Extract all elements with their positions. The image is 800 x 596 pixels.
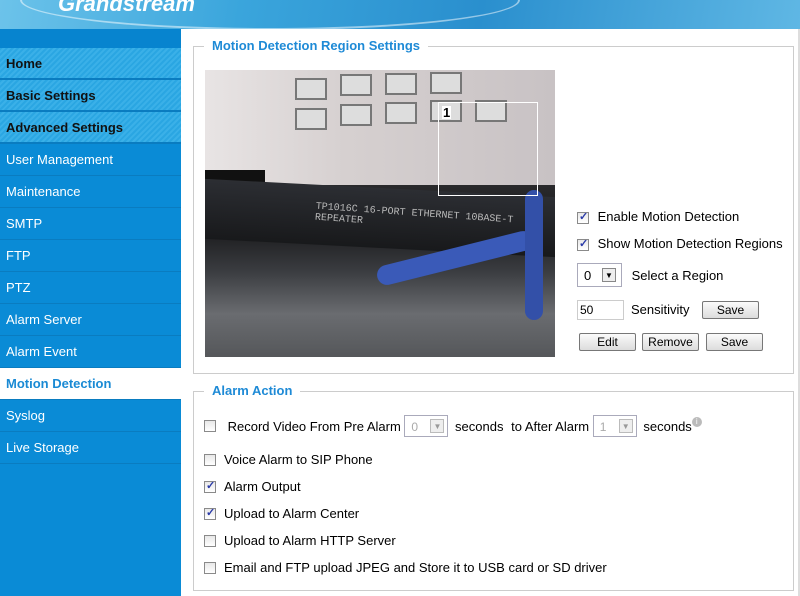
video-frame bbox=[385, 102, 417, 124]
sidebar-item-syslog[interactable]: Syslog bbox=[0, 400, 181, 432]
chevron-down-icon: ▼ bbox=[430, 419, 445, 433]
show-regions-row: Show Motion Detection Regions bbox=[577, 236, 783, 251]
section-title: Alarm Action bbox=[204, 383, 301, 398]
alarm-option-label: Alarm Output bbox=[224, 479, 301, 495]
sidebar-item-advanced-settings[interactable]: Advanced Settings bbox=[0, 112, 181, 144]
select-region-label: Select a Region bbox=[631, 267, 724, 283]
record-video-row: Record Video From Pre Alarm 0 ▼ seconds … bbox=[204, 415, 702, 437]
sidebar-top-strip bbox=[0, 29, 181, 48]
motion-region-box[interactable]: 1 bbox=[438, 102, 538, 196]
edit-button[interactable]: Edit bbox=[579, 333, 636, 351]
video-frame bbox=[430, 72, 462, 94]
alarm-option-checkbox[interactable] bbox=[204, 453, 216, 466]
remove-button[interactable]: Remove bbox=[642, 333, 699, 351]
sensitivity-save-button[interactable]: Save bbox=[702, 301, 759, 319]
alarm-option-checkbox[interactable] bbox=[204, 479, 216, 493]
video-frame bbox=[340, 74, 372, 96]
section-title: Motion Detection Region Settings bbox=[204, 38, 428, 53]
chevron-down-icon: ▼ bbox=[602, 268, 616, 282]
sidebar-item-live-storage[interactable]: Live Storage bbox=[0, 432, 181, 464]
video-cable bbox=[525, 190, 543, 320]
alarm-option-checkbox[interactable] bbox=[204, 506, 216, 520]
alarm-option-row: Upload to Alarm Center bbox=[204, 505, 359, 521]
alarm-option-row: Alarm Output bbox=[204, 478, 301, 494]
video-frame bbox=[385, 73, 417, 95]
region-number: 1 bbox=[442, 105, 452, 120]
alarm-option-label: Email and FTP upload JPEG and Store it t… bbox=[224, 560, 607, 576]
alarm-option-label: Voice Alarm to SIP Phone bbox=[224, 452, 373, 468]
sidebar-item-ptz[interactable]: PTZ bbox=[0, 272, 181, 304]
sidebar-item-alarm-event[interactable]: Alarm Event bbox=[0, 336, 181, 368]
sidebar-item-user-management[interactable]: User Management bbox=[0, 144, 181, 176]
to-after-alarm-label: to After Alarm bbox=[511, 418, 590, 434]
sidebar-item-smtp[interactable]: SMTP bbox=[0, 208, 181, 240]
alarm-action-section: Alarm Action Record Video From Pre Alarm… bbox=[193, 383, 794, 591]
seconds-label: seconds bbox=[455, 418, 504, 434]
sidebar-item-ftp[interactable]: FTP bbox=[0, 240, 181, 272]
alarm-option-checkbox[interactable] bbox=[204, 561, 216, 574]
video-frame bbox=[295, 108, 327, 130]
camera-video-preview[interactable]: TP1016C 16-PORT ETHERNET 10BASE-T REPEAT… bbox=[205, 70, 555, 357]
show-regions-label: Show Motion Detection Regions bbox=[597, 236, 783, 251]
pre-alarm-select[interactable]: 0 ▼ bbox=[404, 415, 449, 437]
region-select[interactable]: 0 ▼ bbox=[577, 263, 622, 287]
sidebar-item-maintenance[interactable]: Maintenance bbox=[0, 176, 181, 208]
post-alarm-value: 1 bbox=[599, 420, 607, 434]
seconds-label: seconds bbox=[643, 418, 692, 434]
alarm-option-row: Upload to Alarm HTTP Server bbox=[204, 532, 396, 548]
record-video-label: Record Video From Pre Alarm bbox=[227, 418, 401, 434]
enable-motion-detection-checkbox[interactable] bbox=[577, 210, 589, 224]
enable-motion-detection-row: Enable Motion Detection bbox=[577, 209, 739, 224]
region-select-value: 0 bbox=[584, 268, 592, 283]
sensitivity-input[interactable]: 50 bbox=[577, 300, 624, 320]
sidebar-item-alarm-server[interactable]: Alarm Server bbox=[0, 304, 181, 336]
record-video-checkbox[interactable] bbox=[204, 420, 216, 432]
sidebar: Home Basic Settings Advanced Settings User … bbox=[0, 29, 181, 596]
chevron-down-icon: ▼ bbox=[618, 419, 633, 433]
sensitivity-label: Sensitivity bbox=[631, 302, 690, 317]
info-icon[interactable]: i bbox=[691, 417, 702, 427]
alarm-option-label: Upload to Alarm Center bbox=[224, 506, 360, 522]
alarm-option-label: Upload to Alarm HTTP Server bbox=[224, 533, 396, 549]
enable-motion-detection-label: Enable Motion Detection bbox=[597, 209, 740, 224]
alarm-option-checkbox[interactable] bbox=[204, 534, 216, 547]
save-button[interactable]: Save bbox=[706, 333, 763, 351]
grandstream-logo: Grandstream bbox=[58, 0, 195, 16]
sidebar-item-basic-settings[interactable]: Basic Settings bbox=[0, 80, 181, 112]
select-region-row: 0 ▼ Select a Region bbox=[577, 263, 723, 287]
video-frame bbox=[340, 104, 372, 126]
motion-detection-region-settings: Motion Detection Region Settings TP1016C… bbox=[193, 38, 794, 374]
sidebar-item-home[interactable]: Home bbox=[0, 48, 181, 80]
video-frame bbox=[295, 78, 327, 100]
header-banner: Grandstream bbox=[0, 0, 800, 29]
alarm-option-row: Voice Alarm to SIP Phone bbox=[204, 451, 373, 467]
alarm-option-row: Email and FTP upload JPEG and Store it t… bbox=[204, 559, 607, 575]
sidebar-item-motion-detection[interactable]: Motion Detection bbox=[0, 368, 181, 400]
post-alarm-select[interactable]: 1 ▼ bbox=[592, 415, 637, 437]
pre-alarm-value: 0 bbox=[411, 420, 419, 434]
show-regions-checkbox[interactable] bbox=[577, 237, 589, 251]
